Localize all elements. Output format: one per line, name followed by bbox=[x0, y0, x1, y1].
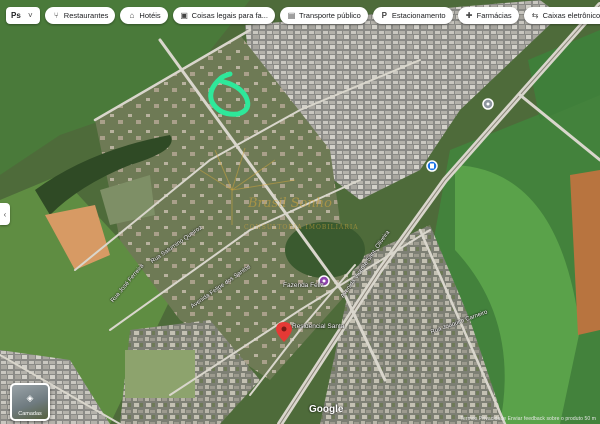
layers-label: Camadas bbox=[18, 411, 42, 417]
parking-icon: P bbox=[381, 10, 387, 20]
map-credits[interactable]: Termos Privacidade Enviar feedback sobre… bbox=[460, 416, 596, 422]
chip-hotels[interactable]: ⌂ Hotéis bbox=[120, 7, 168, 24]
chip-label: Coisas legais para fa... bbox=[191, 11, 268, 20]
google-logo: Google bbox=[309, 404, 344, 415]
chip-parking[interactable]: P Estacionamento bbox=[372, 7, 453, 24]
pharmacy-icon: ✚ bbox=[465, 10, 473, 20]
side-panel-toggle-button[interactable]: ‹ bbox=[0, 203, 10, 225]
watermark-title: Brasil Sonho bbox=[248, 196, 332, 211]
chevron-down-icon: ˅ bbox=[27, 10, 33, 20]
poi-label[interactable]: Residencial Santa bbox=[292, 323, 344, 330]
chip-label: Restaurantes bbox=[63, 11, 109, 20]
chip-transit[interactable]: ▤ Transporte público bbox=[279, 7, 368, 24]
chip-label: Estacionamento bbox=[391, 11, 446, 20]
chip-label: Hotéis bbox=[139, 11, 161, 20]
chip-label: Farmácias bbox=[476, 11, 512, 20]
map-menu-button[interactable]: Ps ˅ bbox=[6, 7, 40, 24]
chip-label: Caixas eletrônicos bbox=[542, 11, 600, 20]
atm-icon: ⇆ bbox=[531, 10, 539, 20]
layers-icon: ◈ bbox=[26, 393, 34, 403]
transit-marker[interactable] bbox=[426, 160, 438, 172]
bus-icon: ▤ bbox=[287, 10, 296, 20]
chip-atms[interactable]: ⇆ Caixas eletrônicos bbox=[523, 7, 600, 24]
chip-pharmacies[interactable]: ✚ Farmácias bbox=[457, 7, 519, 24]
chip-label: Transporte público bbox=[298, 11, 361, 20]
chevron-left-icon: ‹ bbox=[3, 209, 7, 219]
chip-restaurants[interactable]: ⑂ Restaurantes bbox=[44, 7, 116, 24]
empty-lot bbox=[125, 350, 195, 398]
watermark-subtitle: CONSULTORIA IMOBILIÁRIA bbox=[244, 224, 359, 231]
fork-knife-icon: ⑂ bbox=[53, 10, 59, 20]
map-menu-label: Ps bbox=[11, 11, 21, 20]
bed-icon: ⌂ bbox=[129, 10, 135, 20]
category-chip-bar: Ps ˅ ⑂ Restaurantes ⌂ Hotéis ▣ Coisas le… bbox=[6, 7, 600, 24]
chip-things-to-do[interactable]: ▣ Coisas legais para fa... bbox=[172, 7, 275, 24]
poi-label[interactable]: Fazenda Feliz bbox=[283, 282, 324, 289]
satellite-map[interactable] bbox=[0, 0, 600, 424]
camera-icon: ▣ bbox=[180, 10, 188, 20]
poi-marker-north[interactable] bbox=[482, 98, 494, 110]
layers-button[interactable]: ◈ Camadas bbox=[10, 383, 50, 421]
